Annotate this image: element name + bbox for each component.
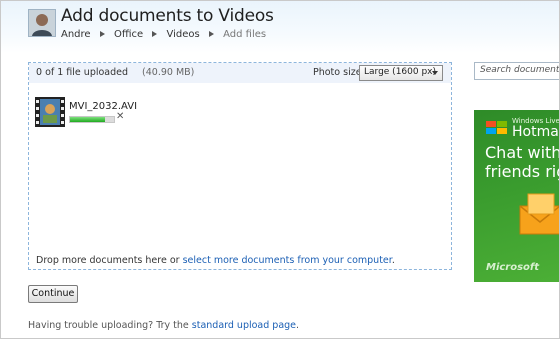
upload-size-text: (40.90 MB) bbox=[142, 67, 195, 78]
select-files-link[interactable]: select more documents from your computer bbox=[183, 255, 392, 266]
advertisement-banner[interactable]: Windows Live Hotmail Chat with your frie… bbox=[474, 110, 560, 282]
photo-size-label: Photo size: bbox=[313, 67, 365, 78]
page-title: Add documents to Videos bbox=[61, 6, 274, 26]
drop-text-suffix: . bbox=[391, 255, 395, 266]
header: Add documents to Videos Andre Office Vid… bbox=[1, 1, 559, 53]
search-input[interactable]: Search documents and bbox=[474, 62, 560, 80]
breadcrumb-item-add-files: Add files bbox=[223, 29, 267, 40]
avatar[interactable] bbox=[28, 9, 56, 37]
windows-flag-icon bbox=[486, 121, 507, 134]
upload-help-text: Having trouble uploading? Try the standa… bbox=[28, 320, 299, 331]
ad-headline: Chat with your friends right bbox=[485, 143, 560, 181]
ad-headline-line-1: Chat with your bbox=[485, 143, 560, 162]
file-name: MVI_2032.AVI bbox=[69, 101, 138, 112]
upload-progress-fill bbox=[70, 117, 106, 122]
video-film-icon bbox=[35, 97, 65, 127]
upload-count-text: 0 of 1 file uploaded bbox=[36, 67, 129, 78]
upload-status-bar: 0 of 1 file uploaded (40.90 MB) Photo siz… bbox=[29, 63, 451, 83]
breadcrumb-item-videos[interactable]: Videos bbox=[167, 29, 200, 40]
chevron-down-icon bbox=[432, 71, 438, 75]
ad-brand: Hotmail bbox=[512, 124, 559, 140]
breadcrumb-item-office[interactable]: Office bbox=[114, 29, 143, 40]
upload-progress-bar bbox=[69, 116, 115, 123]
drop-text-prefix: Drop more documents here or bbox=[36, 255, 183, 266]
breadcrumb-separator-icon bbox=[208, 30, 214, 37]
close-icon[interactable]: ✕ bbox=[116, 111, 124, 122]
breadcrumb-separator-icon bbox=[152, 30, 158, 37]
photo-size-select[interactable]: Large (1600 px) bbox=[359, 65, 443, 81]
window-frame: Add documents to Videos Andre Office Vid… bbox=[0, 0, 560, 339]
standard-upload-link[interactable]: standard upload page bbox=[192, 320, 296, 331]
help-text-suffix: . bbox=[296, 320, 300, 331]
search-placeholder: Search documents and bbox=[480, 65, 560, 75]
upload-count: 0 of 1 file uploaded (40.90 MB) bbox=[36, 67, 194, 78]
user-photo-icon bbox=[29, 10, 55, 36]
envelope-icon bbox=[519, 193, 559, 235]
help-text-prefix: Having trouble uploading? Try the bbox=[28, 320, 192, 331]
upload-drop-zone[interactable]: 0 of 1 file uploaded (40.90 MB) Photo siz… bbox=[28, 62, 452, 270]
breadcrumb-item-andre[interactable]: Andre bbox=[61, 29, 91, 40]
photo-size-value: Large (1600 px) bbox=[364, 67, 437, 77]
breadcrumb: Andre Office Videos Add files bbox=[61, 29, 266, 40]
drop-instructions: Drop more documents here or select more … bbox=[36, 255, 395, 266]
ad-footer-logo: Microsoft bbox=[486, 262, 540, 273]
ad-headline-line-2: friends right bbox=[485, 162, 559, 181]
breadcrumb-separator-icon bbox=[99, 30, 105, 37]
continue-button[interactable]: Continue bbox=[28, 285, 78, 303]
